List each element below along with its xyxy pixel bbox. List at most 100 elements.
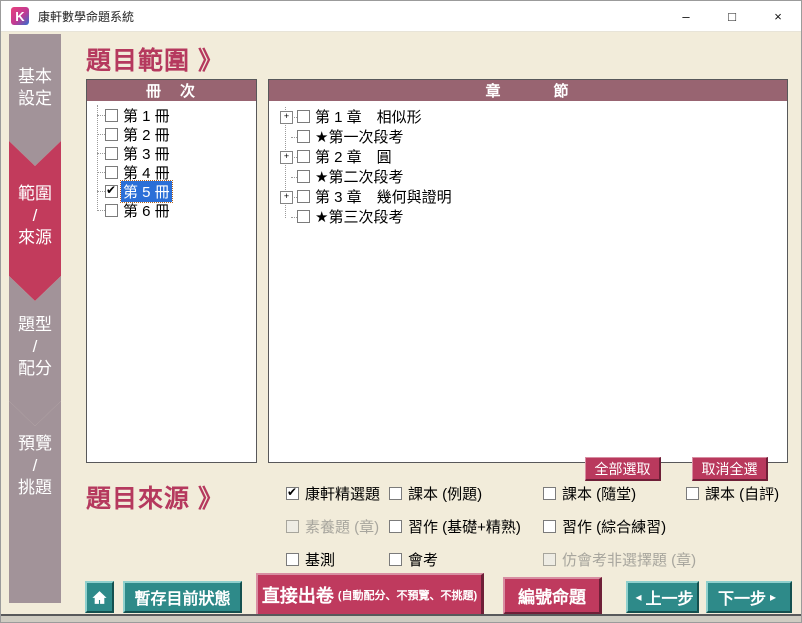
checkbox[interactable] [389,553,402,566]
checkbox[interactable] [389,487,402,500]
checkbox[interactable] [297,130,310,143]
source-textbook-selfcheck[interactable]: 課本 (自評) [686,483,779,504]
chapter-tree: 第 1 章 相似形 ★第一次段考 第 2 章 圓 ★第二次段考 [269,101,787,462]
chapter-label[interactable]: ★第三次段考 [313,206,405,227]
chapter-label[interactable]: 第 1 章 相似形 [313,106,424,127]
maximize-button[interactable]: □ [709,1,755,31]
expand-icon[interactable] [280,111,293,124]
checkbox[interactable] [297,190,310,203]
tab-label: 配分 [18,358,52,380]
checkbox[interactable] [105,128,118,141]
chapter-label[interactable]: ★第一次段考 [313,126,405,147]
tab-label: / [33,455,38,477]
tree-stub [97,172,105,173]
checkbox[interactable] [686,487,699,500]
expand-icon[interactable] [280,151,293,164]
checkbox[interactable] [543,520,556,533]
chapter-panel-header: 章 節 [269,80,787,101]
tree-item-chapter-1[interactable]: 第 1 章 相似形 [269,107,787,126]
expand-icon[interactable] [280,191,293,204]
checkbox[interactable] [105,185,118,198]
window-title: 康軒數學命題系統 [38,8,134,25]
numbered-generate-button[interactable]: 編號命題 [503,577,602,615]
tree-stub [97,153,105,154]
source-exam[interactable]: 會考 [389,549,438,570]
checkbox[interactable] [297,110,310,123]
chapter-label[interactable]: 第 2 章 圓 [313,146,394,167]
direct-generate-note: (自動配分、不預覽、不挑題) [338,587,477,603]
source-mock-nonchoice[interactable]: 仿會考非選擇題 (章) [543,549,696,570]
tree-item-exam-1[interactable]: ★第一次段考 [269,127,787,146]
list-item-volume-2[interactable]: 第 2 冊 [87,125,256,144]
volume-label[interactable]: 第 4 冊 [121,162,172,183]
tree-stub [97,134,105,135]
source-label: 基測 [305,549,335,570]
source-section-heading: 題目來源 》 [86,479,224,515]
list-item-volume-5[interactable]: 第 5 冊 [87,182,256,201]
tab-label: 基本 [18,66,52,88]
list-item-volume-6[interactable]: 第 6 冊 [87,201,256,220]
minimize-button[interactable]: – [663,1,709,31]
source-basic-test[interactable]: 基測 [286,549,335,570]
list-item-volume-3[interactable]: 第 3 冊 [87,144,256,163]
chapter-panel: 章 節 第 1 章 相似形 ★第一次段考 第 2 章 圓 [268,79,788,463]
checkbox[interactable] [105,204,118,217]
tree-stub [97,210,105,211]
chapter-label[interactable]: 第 3 章 幾何與證明 [313,186,454,207]
list-item-volume-1[interactable]: 第 1 冊 [87,106,256,125]
source-textbook-inclass[interactable]: 課本 (隨堂) [543,483,636,504]
select-all-button[interactable]: 全部選取 [585,457,661,481]
tab-preview-pick[interactable]: 預覽 / 挑題 [9,401,61,603]
volume-label[interactable]: 第 5 冊 [121,181,172,202]
close-button[interactable]: × [755,1,801,31]
tree-item-exam-3[interactable]: ★第三次段考 [269,207,787,226]
volume-panel: 冊 次 第 1 冊 第 2 冊 第 3 冊 第 4 冊 [86,79,257,463]
volume-label[interactable]: 第 6 冊 [121,200,172,221]
source-literacy[interactable]: 素養題 (章) [286,516,379,537]
volume-label[interactable]: 第 1 冊 [121,105,172,126]
home-button[interactable] [85,581,114,613]
window-bottom-edge [1,614,801,622]
tree-stub [97,191,105,192]
tab-label: 挑題 [18,477,52,499]
next-step-button[interactable]: 下一步 ▸ [706,581,792,613]
tab-label: / [33,205,38,227]
tab-basic-settings[interactable]: 基本 設定 [9,34,61,166]
checkbox[interactable] [297,170,310,183]
volume-label[interactable]: 第 3 冊 [121,143,172,164]
volume-label[interactable]: 第 2 冊 [121,124,172,145]
source-label: 康軒精選題 [305,483,380,504]
source-label: 習作 (綜合練習) [562,516,666,537]
checkbox[interactable] [105,109,118,122]
checkbox[interactable] [297,210,310,223]
checkbox[interactable] [389,520,402,533]
tree-item-exam-2[interactable]: ★第二次段考 [269,167,787,186]
checkbox [286,520,299,533]
volume-panel-header: 冊 次 [87,80,256,101]
direct-generate-label: 直接出卷 [262,582,334,608]
title-bar: K 康軒數學命題系統 – □ × [1,1,801,32]
tab-label: 設定 [18,88,52,110]
source-textbook-examples[interactable]: 課本 (例題) [389,483,482,504]
checkbox[interactable] [297,150,310,163]
tab-label: / [33,336,38,358]
tree-item-chapter-3[interactable]: 第 3 章 幾何與證明 [269,187,787,206]
tree-item-chapter-2[interactable]: 第 2 章 圓 [269,147,787,166]
list-item-volume-4[interactable]: 第 4 冊 [87,163,256,182]
checkbox[interactable] [286,553,299,566]
tab-label: 來源 [18,227,52,249]
previous-step-button[interactable]: ◂ 上一步 [626,581,699,613]
checkbox[interactable] [105,166,118,179]
chapter-label[interactable]: ★第二次段考 [313,166,405,187]
source-label: 課本 (例題) [408,483,482,504]
deselect-all-button[interactable]: 取消全選 [692,457,768,481]
source-label: 仿會考非選擇題 (章) [562,549,696,570]
source-workbook-综合[interactable]: 習作 (綜合練習) [543,516,666,537]
direct-generate-button[interactable]: 直接出卷 (自動配分、不預覽、不挑題) [256,573,484,617]
source-workbook-basic[interactable]: 習作 (基礎+精熟) [389,516,521,537]
source-kangxuan-selected[interactable]: 康軒精選題 [286,483,380,504]
checkbox[interactable] [286,487,299,500]
save-state-button[interactable]: 暫存目前狀態 [123,581,242,613]
checkbox[interactable] [543,487,556,500]
checkbox[interactable] [105,147,118,160]
